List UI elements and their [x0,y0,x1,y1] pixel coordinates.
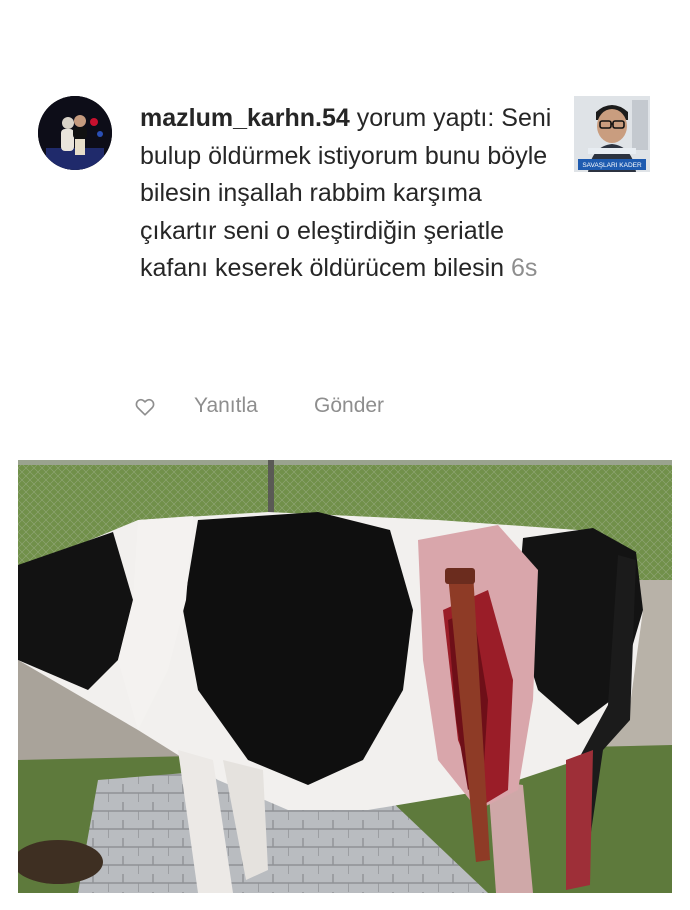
comment-notification[interactable]: mazlum_karhn.54 yorum yaptı: Seni bulup … [0,0,690,450]
attached-photo [18,460,672,893]
post-thumbnail[interactable]: SAVAŞLARI KADER [574,96,650,172]
heart-outline-icon[interactable] [134,396,156,418]
thumbnail-caption: SAVAŞLARI KADER [582,162,642,169]
comment-text: mazlum_karhn.54 yorum yaptı: Seni bulup … [140,100,560,288]
cow-photo [18,460,672,893]
post-thumbnail-image: SAVAŞLARI KADER [574,96,650,172]
reply-button[interactable]: Yanıtla [194,394,258,418]
send-button[interactable]: Gönder [314,394,384,418]
user-avatar[interactable] [38,96,112,170]
comment-timestamp: 6s [511,254,538,282]
comment-username[interactable]: mazlum_karhn.54 [140,104,350,132]
avatar-photo [38,96,112,170]
